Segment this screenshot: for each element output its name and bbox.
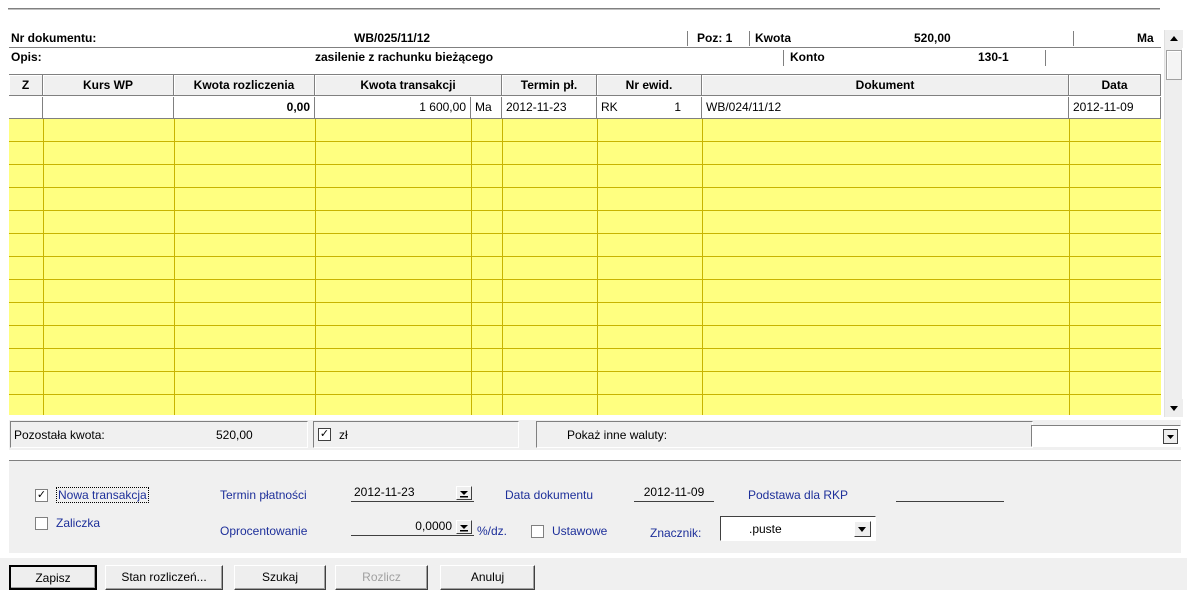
document-header-row: Nr dokumentu: WB/025/11/12 Poz: 1 Kwota … <box>9 30 1161 48</box>
zapisz-button[interactable]: Zapisz <box>9 565 97 590</box>
col-header-z[interactable]: Z <box>9 75 43 95</box>
znacznik-label: Znacznik: <box>650 526 702 540</box>
pozostala-value: 520,00 <box>216 428 253 442</box>
pokaz-inne-waluty-label: Pokaż inne waluty: <box>567 428 668 442</box>
zl-label: zł <box>339 428 348 442</box>
oprocentowanie-dropdown-button[interactable] <box>456 520 472 534</box>
chevron-down-icon <box>1167 435 1174 439</box>
col-header-kwota-rozliczenia[interactable]: Kwota rozliczenia <box>174 75 315 95</box>
cell-data[interactable]: 2012-11-09 <box>1069 97 1161 118</box>
pozostala-box: Pozostała kwota: 520,00 <box>10 421 308 448</box>
column-header-bar: Z Kurs WP Kwota rozliczenia Kwota transa… <box>9 74 1161 96</box>
nowa-transakcja-checkbox[interactable]: ✓ <box>35 489 48 502</box>
opis-label: Opis: <box>11 50 42 64</box>
data-dokumentu-label: Data dokumentu <box>505 488 594 502</box>
options-panel: ✓ Nowa transakcja Zaliczka Termin płatno… <box>9 460 1181 553</box>
znacznik-dropdown-button[interactable] <box>854 521 871 537</box>
cell-dokument[interactable]: WB/024/11/12 <box>702 97 1069 118</box>
termin-dropdown-button[interactable] <box>456 486 472 500</box>
cell-strona[interactable]: Ma <box>471 97 502 118</box>
chevron-down-icon <box>460 491 468 498</box>
top-border-highlight <box>8 9 1160 10</box>
strona-value: Ma <box>1137 31 1154 45</box>
col-header-dokument[interactable]: Dokument <box>702 75 1069 95</box>
podstawa-rkp-label: Podstawa dla RKP <box>748 488 849 502</box>
col-header-kurs-wp[interactable]: Kurs WP <box>43 75 174 95</box>
arrow-up-icon <box>1170 36 1178 41</box>
konto-label: Konto <box>790 50 825 64</box>
nr-dokumentu-value: WB/025/11/12 <box>354 31 431 45</box>
oprocentowanie-unit: %/dz. <box>477 524 508 538</box>
poz-label: Poz: 1 <box>697 31 733 45</box>
nr-ewid-prefix: RK <box>601 100 618 114</box>
cell-kurs-wp[interactable] <box>43 97 174 118</box>
znacznik-select[interactable]: .puste <box>720 516 876 541</box>
scroll-down-button[interactable] <box>1165 399 1183 417</box>
zl-checkbox[interactable]: ✓ <box>318 428 331 441</box>
waluta-dropdown-button[interactable] <box>1163 429 1178 444</box>
kwota-label: Kwota <box>755 31 791 45</box>
col-header-termin[interactable]: Termin pł. <box>502 75 597 95</box>
termin-platnosci-field[interactable]: 2012-11-23 <box>351 484 474 502</box>
grid-scrollbar[interactable] <box>1164 30 1183 417</box>
scroll-up-button[interactable] <box>1165 30 1183 48</box>
zaliczka-label[interactable]: Zaliczka <box>56 516 100 530</box>
cell-z[interactable] <box>9 97 43 118</box>
description-row: Opis: zasilenie z rachunku bieżącego Kon… <box>9 49 1161 67</box>
chevron-down-icon <box>858 527 866 532</box>
col-header-kwota-transakcji[interactable]: Kwota transakcji <box>315 75 502 95</box>
pokaz-box: Pokaż inne waluty: <box>536 421 1033 448</box>
zaliczka-checkbox[interactable] <box>35 517 48 530</box>
summary-bar: Pozostała kwota: 520,00 ✓ zł Pokaż inne … <box>9 420 1181 450</box>
waluta-select[interactable] <box>1031 425 1181 447</box>
cell-nr-ewid[interactable]: RK 1 <box>597 97 702 118</box>
nr-dokumentu-label: Nr dokumentu: <box>11 31 97 45</box>
transactions-grid[interactable]: 0,00 1 600,00 Ma 2012-11-23 RK 1 WB/024/… <box>9 97 1161 415</box>
cell-kwota-transakcji[interactable]: 1 600,00 <box>315 97 471 118</box>
termin-platnosci-label: Termin płatności <box>220 488 307 502</box>
ustawowe-label[interactable]: Ustawowe <box>552 524 607 538</box>
pozostala-label: Pozostała kwota: <box>14 428 105 442</box>
col-header-data[interactable]: Data <box>1069 75 1161 95</box>
anuluj-button[interactable]: Anuluj <box>440 565 535 590</box>
rozlicz-button[interactable]: Rozlicz <box>335 565 428 590</box>
cell-kwota-rozliczenia[interactable]: 0,00 <box>174 97 315 118</box>
arrow-down-icon <box>1170 406 1178 411</box>
oprocentowanie-field[interactable]: 0,0000 <box>351 518 474 536</box>
ustawowe-checkbox[interactable] <box>531 525 544 538</box>
nowa-transakcja-label[interactable]: Nowa transakcja <box>56 487 149 503</box>
col-header-nr-ewid[interactable]: Nr ewid. <box>597 75 702 95</box>
chevron-down-icon <box>460 525 468 532</box>
nr-ewid-number: 1 <box>674 100 681 114</box>
podstawa-rkp-field[interactable] <box>896 484 1004 502</box>
table-row[interactable]: 0,00 1 600,00 Ma 2012-11-23 RK 1 WB/024/… <box>9 97 1161 119</box>
kwota-value: 520,00 <box>914 31 951 45</box>
button-bar: Zapisz Stan rozliczeń... Szukaj Rozlicz … <box>0 558 1187 590</box>
cell-termin[interactable]: 2012-11-23 <box>502 97 597 118</box>
data-dokumentu-field[interactable]: 2012-11-09 <box>634 484 714 502</box>
konto-value: 130-1 <box>978 50 1009 64</box>
szukaj-button[interactable]: Szukaj <box>234 565 326 590</box>
oprocentowanie-label: Oprocentowanie <box>220 524 308 538</box>
scroll-thumb[interactable] <box>1166 50 1182 80</box>
opis-value: zasilenie z rachunku bieżącego <box>315 50 494 64</box>
stan-rozliczen-button[interactable]: Stan rozliczeń... <box>105 565 223 590</box>
zl-box: ✓ zł <box>313 421 519 448</box>
